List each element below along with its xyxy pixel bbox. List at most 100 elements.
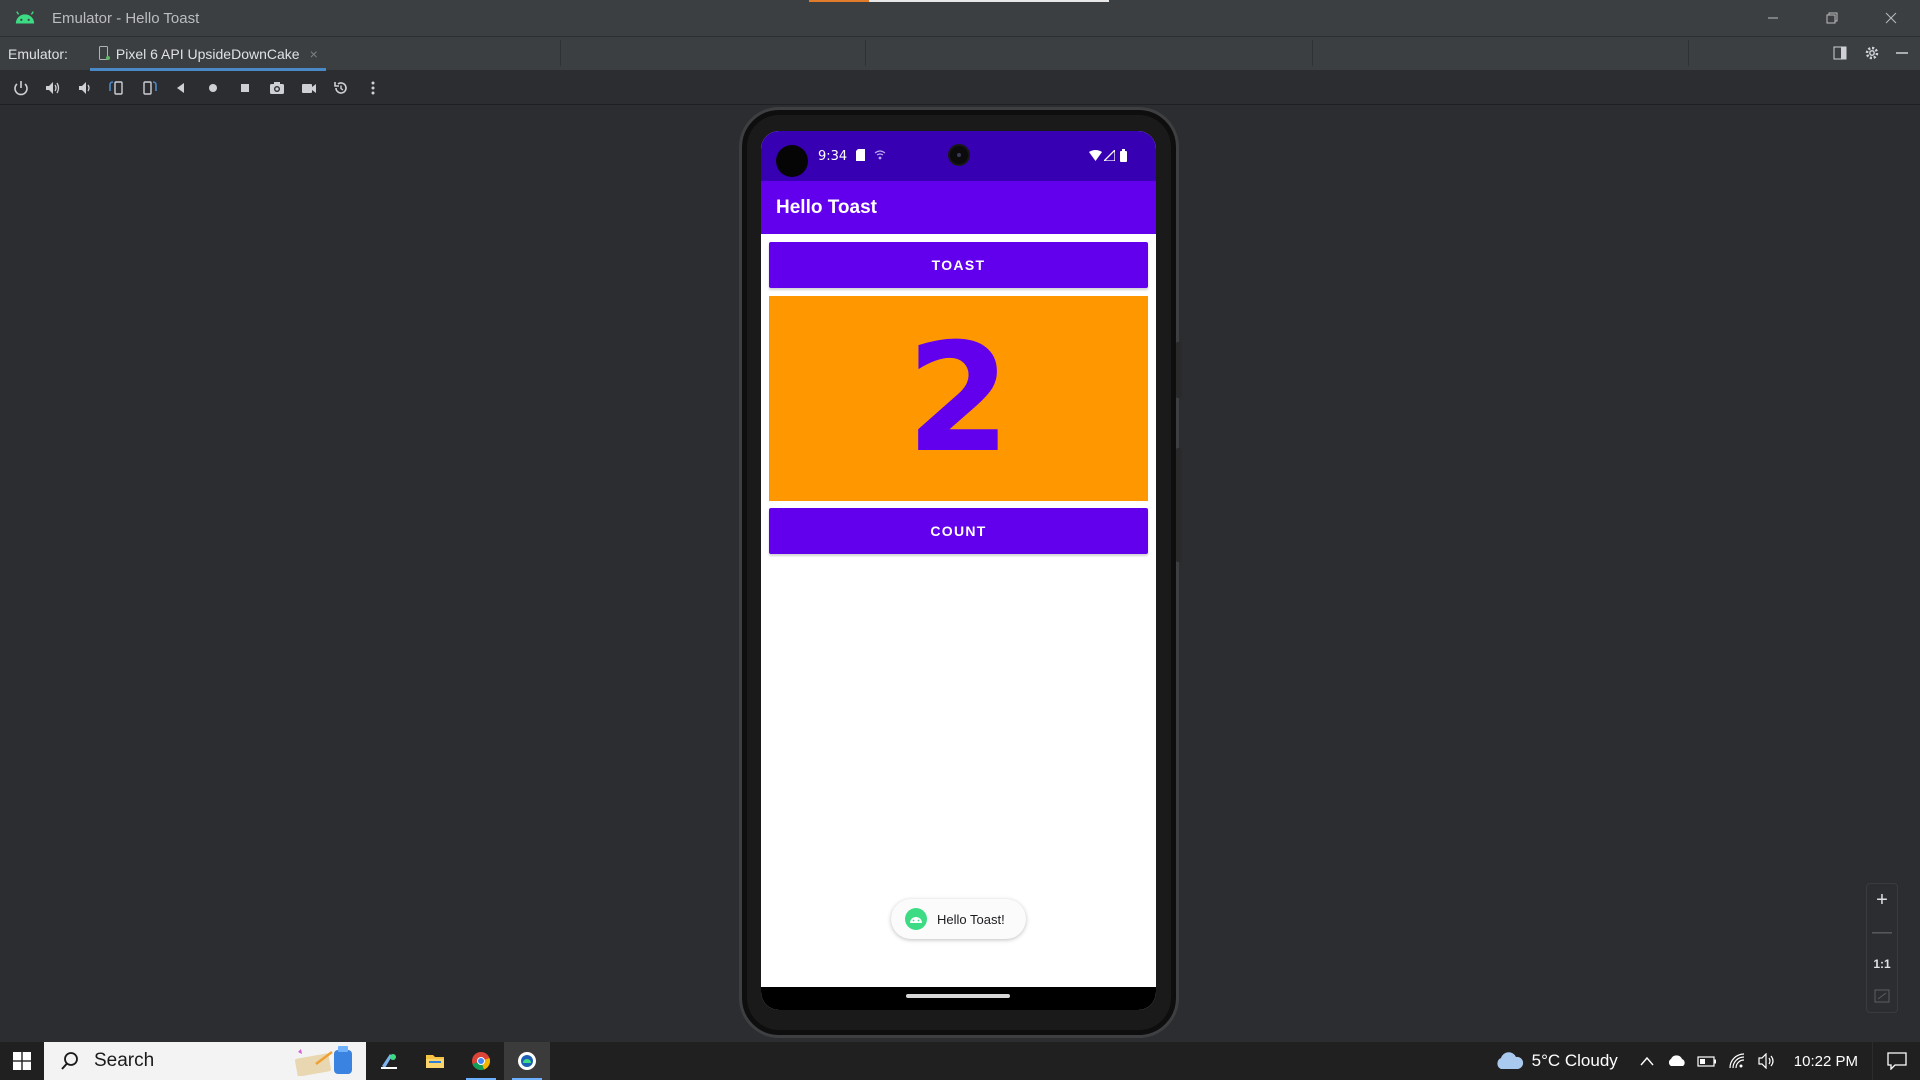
tab-divider bbox=[865, 40, 866, 66]
android-icon bbox=[15, 11, 35, 24]
fit-screen-button[interactable] bbox=[1867, 980, 1897, 1012]
zoom-in-button[interactable]: + bbox=[1867, 884, 1897, 916]
onedrive-icon bbox=[1668, 1055, 1685, 1066]
snapshot-button[interactable] bbox=[325, 73, 357, 103]
toast-message: Hello Toast! bbox=[937, 911, 1005, 927]
tab-divider bbox=[560, 40, 561, 66]
broadcast-icon bbox=[874, 150, 886, 160]
dock-icon bbox=[1833, 46, 1847, 60]
device-volume-key[interactable] bbox=[1176, 448, 1182, 562]
screen-record-button[interactable] bbox=[293, 73, 325, 103]
home-button[interactable] bbox=[197, 73, 229, 103]
search-highlight-illustration bbox=[295, 1046, 352, 1076]
volume-button[interactable] bbox=[1752, 1042, 1782, 1080]
emulator-toolbar bbox=[0, 71, 1920, 105]
tab-divider bbox=[1312, 40, 1313, 66]
emulator-app-icon bbox=[518, 1052, 536, 1070]
back-button[interactable] bbox=[165, 73, 197, 103]
power-icon bbox=[14, 80, 28, 95]
speaker-icon bbox=[1758, 1053, 1774, 1069]
battery-icon bbox=[1697, 1056, 1716, 1067]
start-button[interactable] bbox=[0, 1042, 44, 1080]
screenshot-button[interactable] bbox=[261, 73, 293, 103]
taskbar-app-file-explorer[interactable] bbox=[412, 1042, 458, 1080]
device-screen[interactable]: 9:34 Hello Toast TOAST 2 COUNT Hello Toa… bbox=[761, 131, 1156, 1010]
rotate-left-button[interactable] bbox=[101, 73, 133, 103]
notification-center-button[interactable] bbox=[1872, 1042, 1920, 1080]
restore-button[interactable] bbox=[1803, 0, 1861, 36]
app-bar: Hello Toast bbox=[761, 181, 1156, 234]
toast-popup: Hello Toast! bbox=[891, 899, 1026, 939]
system-tray: 5°C Cloudy 10:22 PM bbox=[1494, 1042, 1920, 1080]
window-title-bar: Emulator - Hello Toast bbox=[0, 0, 1920, 36]
status-time: 9:34 bbox=[818, 149, 848, 164]
front-camera bbox=[948, 144, 970, 166]
home-gesture-handle[interactable] bbox=[906, 994, 1010, 998]
windows-logo-icon bbox=[13, 1052, 31, 1070]
notification-icon bbox=[1886, 1052, 1907, 1070]
emulator-label: Emulator: bbox=[8, 45, 68, 62]
emulator-tab-bar: Emulator: Pixel 6 API UpsideDownCake × bbox=[0, 36, 1920, 71]
volume-down-icon bbox=[79, 81, 90, 94]
taskbar-search[interactable] bbox=[44, 1042, 366, 1080]
battery-button[interactable] bbox=[1692, 1042, 1722, 1080]
battery-icon bbox=[1120, 149, 1127, 162]
home-icon bbox=[209, 83, 217, 92]
status-bar: 9:34 bbox=[761, 131, 1156, 181]
app-title: Hello Toast bbox=[776, 197, 877, 218]
wifi-icon bbox=[1089, 150, 1102, 161]
network-button[interactable] bbox=[1722, 1042, 1752, 1080]
onedrive-button[interactable] bbox=[1662, 1042, 1692, 1080]
volume-down-button[interactable] bbox=[69, 73, 101, 103]
zoom-controls: + — 1:1 bbox=[1866, 883, 1898, 1013]
search-input[interactable] bbox=[94, 1050, 274, 1072]
gear-icon bbox=[1865, 46, 1879, 60]
more-icon bbox=[371, 81, 375, 94]
power-button[interactable] bbox=[5, 73, 37, 103]
count-button[interactable]: COUNT bbox=[769, 508, 1148, 554]
zoom-out-button[interactable]: — bbox=[1867, 916, 1897, 948]
device-power-key[interactable] bbox=[1176, 342, 1182, 398]
fit-screen-icon bbox=[1874, 989, 1890, 1003]
tab-pixel-6[interactable]: Pixel 6 API UpsideDownCake × bbox=[89, 37, 326, 71]
weather-widget[interactable]: 5°C Cloudy bbox=[1532, 1051, 1618, 1071]
rotate-left-icon bbox=[109, 80, 123, 95]
tool-window-actions bbox=[1824, 36, 1916, 70]
dock-button[interactable] bbox=[1824, 36, 1856, 70]
close-button[interactable] bbox=[1862, 0, 1920, 36]
android-studio-icon bbox=[381, 1054, 397, 1069]
more-button[interactable] bbox=[357, 73, 389, 103]
tab-close-icon[interactable]: × bbox=[310, 46, 318, 62]
wifi-icon bbox=[1729, 1053, 1744, 1069]
sd-card-icon bbox=[856, 149, 865, 161]
rotate-right-icon bbox=[143, 80, 157, 95]
show-hidden-icons-button[interactable] bbox=[1632, 1042, 1662, 1080]
chevron-up-icon bbox=[1640, 1056, 1654, 1066]
minimize-button[interactable] bbox=[1744, 0, 1802, 36]
count-value: 2 bbox=[906, 311, 1011, 486]
windows-taskbar: 5°C Cloudy 10:22 PM bbox=[0, 1042, 1920, 1080]
cloud-icon bbox=[1497, 1052, 1523, 1069]
actual-size-button[interactable]: 1:1 bbox=[1867, 948, 1897, 980]
taskbar-clock[interactable]: 10:22 PM bbox=[1794, 1053, 1858, 1070]
rotate-right-button[interactable] bbox=[133, 73, 165, 103]
settings-button[interactable] bbox=[1856, 36, 1888, 70]
snapshot-icon bbox=[334, 81, 347, 94]
overview-icon bbox=[241, 83, 249, 92]
taskbar-app-emulator[interactable] bbox=[504, 1042, 550, 1080]
signal-icon bbox=[1104, 150, 1115, 161]
volume-up-button[interactable] bbox=[37, 73, 69, 103]
hide-button[interactable] bbox=[1888, 36, 1916, 70]
count-display: 2 bbox=[769, 296, 1148, 501]
restore-icon bbox=[1826, 12, 1838, 24]
toast-button[interactable]: TOAST bbox=[769, 242, 1148, 288]
volume-up-icon bbox=[46, 81, 60, 94]
android-icon bbox=[905, 908, 927, 930]
taskbar-app-android-studio[interactable] bbox=[366, 1042, 412, 1080]
overview-button[interactable] bbox=[229, 73, 261, 103]
camera-icon bbox=[270, 81, 284, 94]
video-record-icon bbox=[302, 83, 316, 93]
tab-title: Pixel 6 API UpsideDownCake bbox=[115, 45, 300, 62]
taskbar-app-chrome[interactable] bbox=[458, 1042, 504, 1080]
folder-icon bbox=[426, 1055, 444, 1068]
